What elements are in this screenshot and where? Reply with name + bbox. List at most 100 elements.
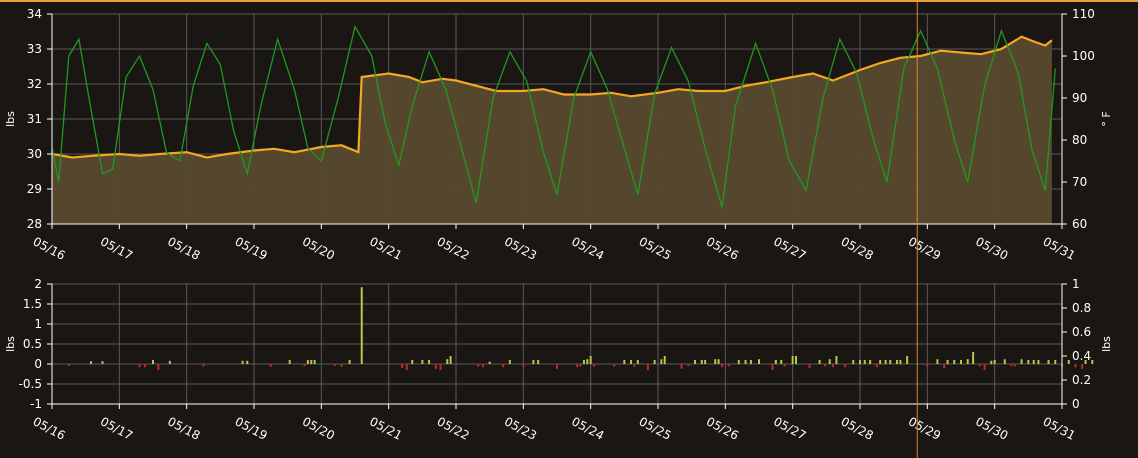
gain-bar	[1091, 360, 1094, 364]
loss-bar	[1013, 364, 1016, 367]
bottom-y-left-tick-label: 0	[34, 357, 42, 371]
loss-bar	[439, 364, 442, 370]
gain-bar	[663, 356, 666, 364]
weight-area	[51, 35, 1053, 225]
loss-bar	[1010, 364, 1013, 367]
gain-bar	[1047, 360, 1050, 364]
top-y-left-tick-label: 30	[27, 147, 42, 161]
gain-bar	[582, 360, 585, 364]
gain-bar	[449, 356, 452, 364]
bottom-x-tick-label: 05/25	[637, 414, 674, 443]
loss-bar	[303, 364, 306, 367]
gain-bar	[1054, 360, 1057, 364]
loss-bar	[978, 364, 981, 367]
gain-bar	[884, 360, 887, 364]
gain-bar	[966, 359, 969, 364]
gain-bar	[869, 360, 872, 364]
bottom-x-tick-label: 05/18	[165, 414, 202, 443]
loss-bar	[143, 364, 146, 368]
bottom-x-tick-label: 05/30	[973, 414, 1010, 443]
bottom-y-right-tick-label: 0.2	[1072, 373, 1091, 387]
bottom-x-tick-label: 05/20	[300, 414, 337, 443]
top-x-tick-label: 05/17	[98, 234, 135, 263]
gain-bar	[428, 360, 431, 364]
loss-bar	[727, 364, 730, 367]
gain-bar	[960, 360, 962, 364]
top-x-tick-label: 05/18	[165, 234, 202, 263]
gain-bar	[348, 360, 351, 364]
top-y-left-tick-label: 33	[27, 42, 42, 56]
gain-bar	[537, 360, 540, 364]
top-y-left-tick-label: 34	[27, 7, 42, 21]
gain-bar	[758, 359, 760, 364]
gain-bar	[946, 360, 949, 364]
loss-bar	[481, 364, 484, 368]
gain-bar	[589, 356, 592, 364]
top-x-tick-label: 05/27	[771, 234, 808, 263]
bottom-x-tick-label: 05/22	[435, 414, 472, 443]
bottom-y-right-tick-label: 1	[1072, 277, 1080, 291]
loss-bar	[434, 364, 437, 369]
loss-bar	[943, 364, 946, 368]
bottom-x-tick-label: 05/17	[98, 414, 135, 443]
gain-bar	[818, 360, 821, 364]
gain-bar	[795, 356, 798, 364]
gain-bar	[906, 356, 909, 364]
loss-bar	[687, 364, 690, 367]
loss-bar	[593, 364, 596, 367]
loss-bar	[823, 364, 826, 367]
gain-bar	[852, 360, 855, 364]
loss-bar	[832, 364, 835, 368]
loss-bar	[67, 364, 70, 366]
top-y-right-title: ° F	[1100, 111, 1113, 126]
loss-bar	[1081, 364, 1084, 369]
gain-bar	[704, 360, 707, 364]
loss-bar	[157, 364, 160, 370]
loss-bar	[502, 364, 505, 368]
gain-bar	[744, 360, 747, 364]
weight-temperature-chart: 05/16 05/17 05/18 05/19 05/20 05/21 05/22 05/23…	[4, 2, 1113, 458]
bottom-y-right-tick-label: 0.8	[1072, 301, 1091, 315]
loss-bar	[720, 364, 723, 368]
gain-bar	[630, 360, 633, 364]
gain-bar	[993, 360, 996, 364]
gain-bar	[508, 360, 511, 364]
loss-bar	[269, 364, 272, 367]
gain-bar	[241, 360, 244, 364]
bottom-x-tick-label: 05/19	[233, 414, 270, 443]
gain-bar	[360, 287, 363, 364]
gain-bar	[653, 360, 656, 364]
loss-bar	[401, 364, 404, 368]
bottom-y-left-tick-label: 0.5	[23, 337, 42, 351]
loss-bar	[202, 364, 205, 367]
gain-bar	[1037, 360, 1040, 364]
top-y-right-tick-label: 90	[1072, 91, 1087, 105]
gain-bar	[411, 360, 414, 364]
gain-bar	[972, 352, 975, 364]
top-y-left-title: lbs	[4, 111, 17, 127]
gain-bar	[879, 360, 882, 364]
gain-bar	[168, 360, 171, 364]
bottom-chart-grid	[51, 283, 1063, 405]
gain-bar	[791, 356, 794, 364]
top-x-tick-label: 05/30	[973, 234, 1010, 263]
bottom-y-left-tick-label: 1.5	[23, 297, 42, 311]
weight-area-fill	[52, 36, 1052, 225]
gain-bar	[446, 359, 449, 364]
gain-bar	[310, 360, 313, 364]
bottom-x-tick-label: 05/27	[771, 414, 808, 443]
top-x-tick-label: 05/28	[839, 234, 876, 263]
bottom-y-right-tick-label: 0.4	[1072, 349, 1091, 363]
gain-bar	[1020, 359, 1023, 364]
loss-bar	[844, 364, 847, 368]
weight-change-bars	[67, 287, 1094, 370]
loss-bar	[926, 364, 929, 367]
loss-bar	[633, 364, 636, 367]
gain-bar	[936, 359, 939, 364]
gain-bar	[1067, 360, 1070, 364]
bottom-y-right-title: lbs	[1100, 336, 1113, 352]
gain-bar	[623, 360, 626, 364]
gain-bar	[714, 359, 717, 364]
top-y-right-tick-label: 100	[1072, 49, 1095, 63]
bottom-chart-axes: 05/16 05/17 05/18 05/19 05/20 05/21 05/22 05/23…	[4, 277, 1113, 443]
